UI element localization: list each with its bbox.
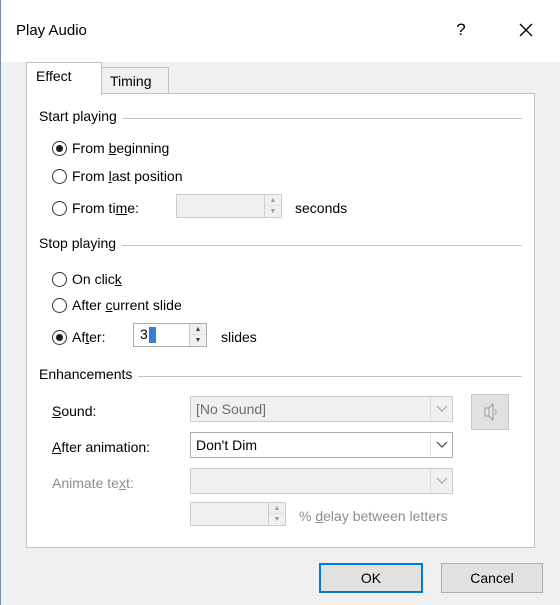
after-slides-spinner[interactable]: 3 ▲ ▼ <box>133 323 207 347</box>
on-click-radio[interactable] <box>52 271 67 287</box>
sound-value: [No Sound] <box>196 401 267 417</box>
after-current-slide-radio[interactable] <box>52 297 67 313</box>
speaker-icon <box>484 402 497 422</box>
after-current-slide-option[interactable]: After current slide <box>52 295 182 315</box>
chevron-down-icon[interactable] <box>430 469 452 493</box>
tab-effect[interactable]: Effect <box>26 62 102 95</box>
sound-dropdown[interactable]: [No Sound] <box>190 396 453 422</box>
start-playing-heading: Start playing <box>39 108 123 124</box>
on-click-label: On click <box>72 271 122 287</box>
from-beginning-option[interactable]: From beginning <box>52 138 169 158</box>
text-caret <box>148 327 156 344</box>
after-slides-label: After: <box>72 329 106 345</box>
after-slides-value: 3 <box>140 326 156 344</box>
sound-label: Sound: <box>52 403 97 419</box>
from-time-radio[interactable] <box>52 200 67 216</box>
from-time-option[interactable]: From time: <box>52 198 139 218</box>
close-icon <box>519 23 533 37</box>
on-click-option[interactable]: On click <box>52 269 122 289</box>
seconds-label: seconds <box>295 200 348 216</box>
sound-preview-button[interactable] <box>471 394 509 430</box>
after-slides-radio[interactable] <box>52 329 67 345</box>
letter-delay-spinner[interactable]: ▲ ▼ <box>190 502 286 526</box>
enhancements-heading: Enhancements <box>39 366 139 382</box>
cancel-button[interactable]: Cancel <box>441 563 543 593</box>
animate-text-dropdown[interactable] <box>190 468 453 494</box>
from-last-position-label: From last position <box>72 168 183 184</box>
from-last-position-radio[interactable] <box>52 168 67 184</box>
chevron-down-icon[interactable] <box>430 433 452 457</box>
animate-text-label: Animate text: <box>52 475 134 491</box>
spin-up-icon[interactable]: ▲ <box>269 503 285 514</box>
letter-delay-spin-arrows[interactable]: ▲ ▼ <box>268 503 285 525</box>
spin-up-icon[interactable]: ▲ <box>190 324 206 335</box>
from-beginning-radio[interactable] <box>52 140 67 156</box>
slides-label: slides <box>221 329 257 345</box>
after-current-slide-label: After current slide <box>72 297 182 313</box>
title-bar: Play Audio ? <box>1 0 560 62</box>
after-slides-spin-arrows[interactable]: ▲ ▼ <box>189 324 206 346</box>
letter-delay-label: % delay between letters <box>299 508 448 524</box>
after-animation-value: Don't Dim <box>196 437 258 453</box>
stop-playing-heading: Stop playing <box>39 235 123 251</box>
from-time-spin-arrows[interactable]: ▲ ▼ <box>264 195 281 217</box>
spin-down-icon[interactable]: ▼ <box>269 514 285 525</box>
spin-down-icon[interactable]: ▼ <box>265 206 281 217</box>
from-time-spinner[interactable]: ▲ ▼ <box>176 194 282 218</box>
after-slides-option[interactable]: After: <box>52 327 105 347</box>
ok-button[interactable]: OK <box>319 563 423 593</box>
tab-timing[interactable]: Timing <box>101 67 169 95</box>
play-audio-dialog: Play Audio ? Effect Timing Start playing… <box>0 0 560 605</box>
spin-up-icon[interactable]: ▲ <box>265 195 281 206</box>
chevron-down-icon[interactable] <box>430 397 452 421</box>
close-button[interactable] <box>511 16 541 44</box>
help-button[interactable]: ? <box>449 18 473 42</box>
from-time-label: From time: <box>72 200 139 216</box>
after-animation-label: After animation: <box>52 439 151 455</box>
effect-panel: Start playing From beginning From last p… <box>26 93 535 548</box>
from-last-position-option[interactable]: From last position <box>52 166 183 186</box>
spin-down-icon[interactable]: ▼ <box>190 335 206 346</box>
after-animation-dropdown[interactable]: Don't Dim <box>190 432 453 458</box>
from-beginning-label: From beginning <box>72 140 170 156</box>
dialog-title: Play Audio <box>16 22 87 39</box>
